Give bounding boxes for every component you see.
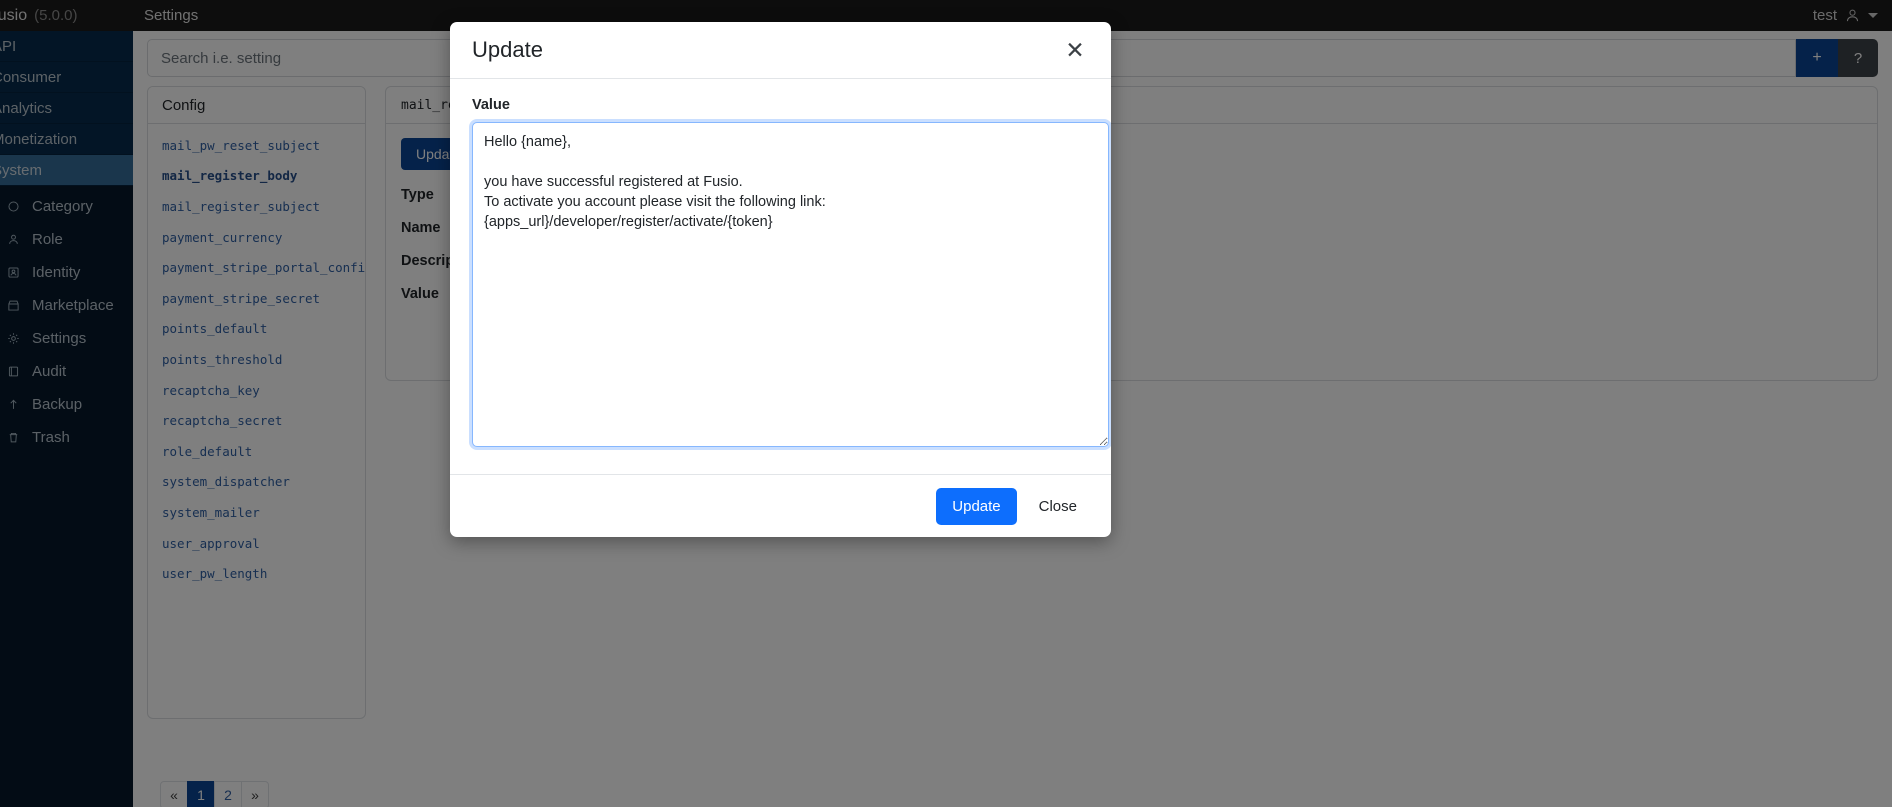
value-textarea[interactable]: [472, 122, 1109, 447]
value-field-label: Value: [472, 97, 510, 113]
modal-close-label: Close: [1038, 497, 1077, 515]
modal-title: Update: [472, 37, 543, 62]
app-root: Fusio (5.0.0) Settings test API: [0, 0, 1892, 807]
modal-footer: Update Close: [450, 474, 1111, 537]
modal-close-button[interactable]: Close: [1027, 488, 1089, 525]
modal-header: Update ✕: [450, 22, 1111, 79]
modal-update-label: Update: [952, 497, 1001, 515]
modal-update-button[interactable]: Update: [936, 487, 1017, 525]
update-modal: Update ✕ Value Update Close: [450, 22, 1111, 537]
close-icon[interactable]: ✕: [1061, 36, 1089, 64]
modal-body: Value: [450, 79, 1111, 474]
